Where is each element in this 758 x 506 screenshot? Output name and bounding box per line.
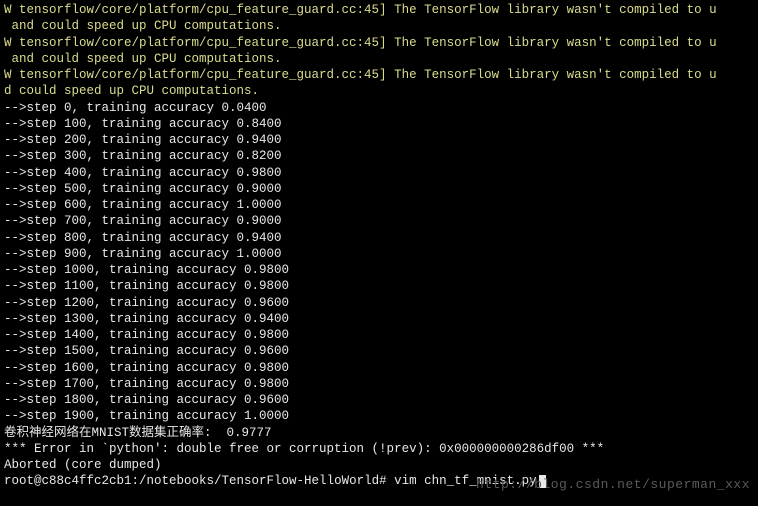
aborted-line: Aborted (core dumped) xyxy=(4,457,754,473)
warning-line: and could speed up CPU computations. xyxy=(4,18,754,34)
prompt-path: :/notebooks/TensorFlow-HelloWorld# xyxy=(132,474,387,488)
training-step-line: -->step 1200, training accuracy 0.9600 xyxy=(4,295,754,311)
error-line: *** Error in `python': double free or co… xyxy=(4,441,754,457)
training-step-line: -->step 400, training accuracy 0.9800 xyxy=(4,165,754,181)
training-step-line: -->step 500, training accuracy 0.9000 xyxy=(4,181,754,197)
training-step-line: -->step 1800, training accuracy 0.9600 xyxy=(4,392,754,408)
watermark-text: http://blog.csdn.net/superman_xxx xyxy=(476,477,750,494)
warning-line: d could speed up CPU computations. xyxy=(4,83,754,99)
training-step-line: -->step 1700, training accuracy 0.9800 xyxy=(4,376,754,392)
training-step-line: -->step 200, training accuracy 0.9400 xyxy=(4,132,754,148)
training-step-line: -->step 1500, training accuracy 0.9600 xyxy=(4,343,754,359)
training-step-line: -->step 1300, training accuracy 0.9400 xyxy=(4,311,754,327)
warning-line: W tensorflow/core/platform/cpu_feature_g… xyxy=(4,67,754,83)
training-step-line: -->step 900, training accuracy 1.0000 xyxy=(4,246,754,262)
training-step-line: -->step 0, training accuracy 0.0400 xyxy=(4,100,754,116)
training-step-line: -->step 1600, training accuracy 0.9800 xyxy=(4,360,754,376)
terminal-output[interactable]: W tensorflow/core/platform/cpu_feature_g… xyxy=(4,2,754,490)
training-step-line: -->step 1900, training accuracy 1.0000 xyxy=(4,408,754,424)
result-line: 卷积神经网络在MNIST数据集正确率: 0.9777 xyxy=(4,425,754,441)
warning-line: W tensorflow/core/platform/cpu_feature_g… xyxy=(4,2,754,18)
training-step-line: -->step 300, training accuracy 0.8200 xyxy=(4,148,754,164)
training-step-line: -->step 800, training accuracy 0.9400 xyxy=(4,230,754,246)
training-step-line: -->step 600, training accuracy 1.0000 xyxy=(4,197,754,213)
training-step-line: -->step 100, training accuracy 0.8400 xyxy=(4,116,754,132)
training-step-line: -->step 1000, training accuracy 0.9800 xyxy=(4,262,754,278)
training-step-line: -->step 1100, training accuracy 0.9800 xyxy=(4,278,754,294)
prompt-userhost: root@c88c4ffc2cb1 xyxy=(4,474,132,488)
warning-line: and could speed up CPU computations. xyxy=(4,51,754,67)
training-step-line: -->step 700, training accuracy 0.9000 xyxy=(4,213,754,229)
warning-line: W tensorflow/core/platform/cpu_feature_g… xyxy=(4,35,754,51)
training-step-line: -->step 1400, training accuracy 0.9800 xyxy=(4,327,754,343)
